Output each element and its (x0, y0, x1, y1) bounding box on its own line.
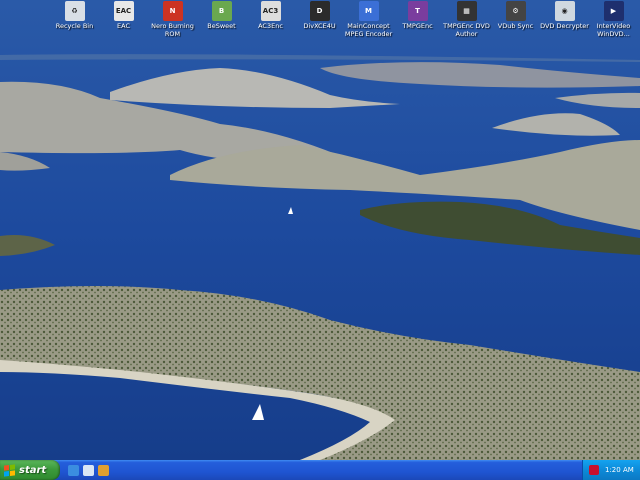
nero-icon: N (162, 1, 183, 21)
desktop-icon-label: Nero Burning ROM (151, 22, 194, 38)
divx-icon: D (309, 1, 330, 21)
desktop-icon-label: Recycle Bin (55, 22, 94, 30)
desktop-icon-dvd-decrypter[interactable]: ◉ DVD Decrypter (540, 0, 589, 44)
desktop-icon-label: TMPGEnc (402, 22, 433, 30)
desktop-icon-mainconcept[interactable]: M MainConcept MPEG Encoder (344, 0, 393, 44)
desktop-wallpaper (0, 0, 640, 460)
desktop-icon-label: VDub Sync (497, 22, 534, 30)
desktop-icon-tmpgenc-dvd-author[interactable]: ▦ TMPGEnc DVD Author (442, 0, 491, 44)
desktop-icon-label: InterVideo WinDVD... (596, 22, 631, 38)
clock[interactable]: 1:20 AM (605, 466, 634, 474)
desktop-icon-label: EAC (117, 22, 130, 30)
ie-icon[interactable] (68, 464, 79, 476)
taskbar: start 1:20 AM (0, 460, 640, 480)
desktop-icon-besweet[interactable]: B BeSweet (197, 0, 246, 44)
tmpgenc-icon: T (407, 1, 428, 21)
desktop-icon-recycle-bin[interactable]: ♻ Recycle Bin (50, 0, 99, 44)
eac-icon: EAC (113, 1, 134, 21)
mainconcept-icon: M (358, 1, 379, 21)
desktop-icon-nero[interactable]: N Nero Burning ROM (148, 0, 197, 44)
windvd-icon: ▶ (603, 1, 624, 21)
desktop-icon-label: TMPGEnc DVD Author (443, 22, 490, 38)
show-desktop-icon[interactable] (83, 464, 94, 476)
desktop[interactable]: ♻ Recycle Bin EAC EAC N Nero Burning ROM B BeSw… (0, 0, 640, 460)
desktop-icon-divx[interactable]: D DivXCE4U (295, 0, 344, 44)
ac3enc-icon: AC3 (260, 1, 281, 21)
desktop-icon-label: AC3Enc (258, 22, 283, 30)
media-player-icon[interactable] (98, 464, 109, 476)
desktop-icon-vdub-sync[interactable]: ⚙ VDub Sync (491, 0, 540, 44)
volume-icon[interactable] (589, 465, 599, 475)
system-tray: 1:20 AM (582, 460, 640, 480)
desktop-icon-tmpgenc[interactable]: T TMPGEnc (393, 0, 442, 44)
start-label: start (19, 464, 47, 476)
desktop-icons: ♻ Recycle Bin EAC EAC N Nero Burning ROM B BeSw… (50, 0, 640, 44)
desktop-icon-windvd[interactable]: ▶ InterVideo WinDVD... (589, 0, 638, 44)
quick-launch (68, 464, 109, 476)
recycle-bin-icon: ♻ (64, 1, 85, 21)
besweet-icon: B (211, 1, 232, 21)
desktop-icon-label: MainConcept MPEG Encoder (344, 22, 393, 38)
desktop-icon-label: BeSweet (207, 22, 236, 30)
start-button[interactable]: start (0, 460, 60, 480)
desktop-icon-label: DivXCE4U (303, 22, 336, 30)
vdub-sync-icon: ⚙ (505, 1, 526, 21)
windows-flag-icon (4, 463, 15, 477)
desktop-icon-ac3enc[interactable]: AC3 AC3Enc (246, 0, 295, 44)
desktop-icon-eac[interactable]: EAC EAC (99, 0, 148, 44)
desktop-icon-label: DVD Decrypter (540, 22, 589, 30)
tmpgenc-dvd-author-icon: ▦ (456, 1, 477, 21)
dvd-decrypter-icon: ◉ (554, 1, 575, 21)
